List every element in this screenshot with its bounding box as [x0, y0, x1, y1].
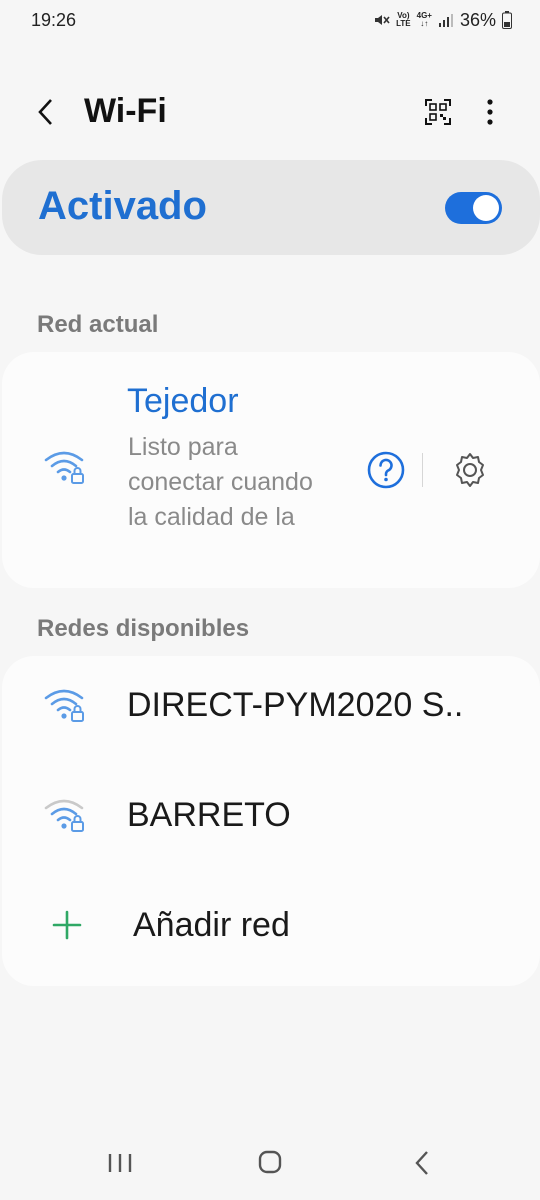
help-button[interactable]	[366, 450, 406, 490]
qr-code-icon	[425, 99, 451, 125]
page-title: Wi-Fi	[84, 92, 167, 130]
section-current-network: Red actual	[37, 311, 159, 338]
qr-code-button[interactable]	[424, 98, 452, 126]
add-network-button[interactable]: Añadir red	[2, 876, 540, 976]
settings-icon	[456, 453, 484, 487]
add-network-label: Añadir red	[133, 906, 290, 944]
available-networks-card: DIRECT-PYM2020 S.. BARRETO Añadir red	[2, 656, 540, 986]
app-bar: Wi-Fi	[0, 76, 540, 148]
more-options-button[interactable]	[478, 96, 502, 128]
navigation-bar	[0, 1130, 540, 1200]
network-settings-button[interactable]	[450, 450, 490, 490]
wifi-secured-icon	[44, 686, 88, 726]
divider	[422, 453, 423, 487]
wifi-switch[interactable]	[445, 192, 502, 224]
network-item[interactable]: BARRETO	[2, 766, 540, 866]
back-button[interactable]	[30, 96, 62, 128]
help-icon	[367, 451, 405, 489]
status-icons: Vo) LTE 4G+ ↓↑ 36%	[372, 10, 512, 31]
current-network-name: Tejedor	[127, 382, 239, 420]
battery-icon	[502, 11, 512, 29]
mute-icon	[372, 11, 390, 29]
current-network-status: Listo para conectar cuando la calidad de…	[128, 433, 313, 531]
add-icon	[50, 908, 84, 942]
home-icon	[258, 1150, 282, 1174]
network-indicator: 4G+ ↓↑	[416, 11, 432, 28]
status-time: 19:26	[31, 9, 77, 30]
recent-apps-button[interactable]	[102, 1148, 138, 1178]
current-network-card[interactable]: Tejedor Listo para conectar cuando la ca…	[2, 352, 540, 588]
back-nav-button[interactable]	[404, 1148, 440, 1178]
battery-percent: 36%	[459, 9, 496, 30]
network-item[interactable]: DIRECT-PYM2020 S..	[2, 656, 540, 756]
wifi-master-toggle[interactable]: Activado	[2, 160, 540, 255]
wifi-status-label: Activado	[38, 184, 207, 228]
network-name: DIRECT-PYM2020 S..	[127, 686, 464, 724]
network-name: BARRETO	[127, 796, 291, 834]
wifi-secured-icon	[44, 448, 88, 488]
wifi-weak-secured-icon	[44, 796, 88, 836]
home-button[interactable]	[252, 1148, 288, 1178]
status-bar: 19:26 Vo) LTE 4G+ ↓↑ 36%	[0, 0, 540, 40]
back-nav-icon	[415, 1151, 428, 1175]
volte-indicator: Vo) LTE	[396, 11, 411, 28]
signal-icon	[438, 12, 454, 28]
switch-knob	[473, 195, 499, 221]
more-options-icon	[487, 99, 493, 125]
section-available-networks: Redes disponibles	[37, 615, 250, 642]
back-icon	[38, 99, 52, 125]
recent-apps-icon	[108, 1154, 132, 1172]
